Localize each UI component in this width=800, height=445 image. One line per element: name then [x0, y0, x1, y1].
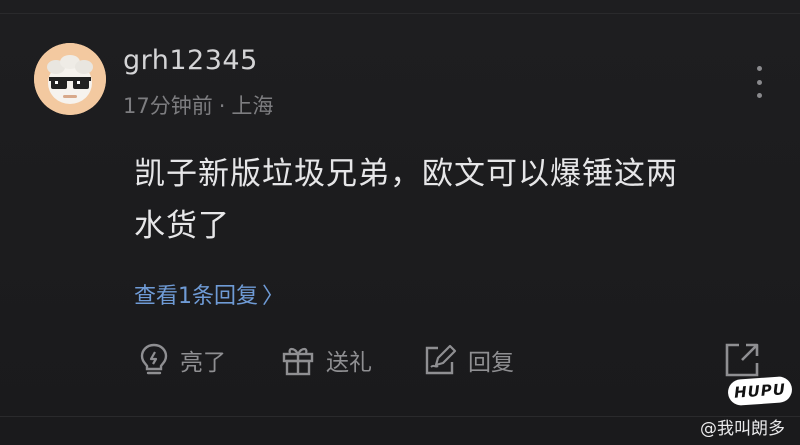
comment-screen: grh12345 17分钟前 · 上海 凯子新版垃圾兄弟，欧文可以爆锤这两 水货了 … [0, 0, 800, 445]
location: 上海 [231, 94, 274, 118]
reply-label: 回复 [468, 350, 514, 376]
watermark-handle: @我叫朗多 [700, 419, 785, 439]
avatar-illustration [34, 43, 106, 115]
like-button[interactable]: 亮了 [138, 338, 226, 382]
gift-icon [282, 347, 314, 376]
bottom-divider [0, 416, 800, 417]
more-dot [756, 66, 762, 71]
chevron-right-icon: 〉 [262, 284, 285, 309]
edit-reply-icon [425, 344, 457, 375]
like-label: 亮了 [180, 350, 226, 376]
gift-label: 送礼 [326, 350, 372, 376]
share-button[interactable] [722, 340, 762, 380]
comment-meta: 17分钟前 · 上海 [123, 90, 273, 120]
hupu-logo: HUPU [727, 375, 793, 407]
username[interactable]: grh12345 [123, 45, 258, 76]
comment-text-line: 水货了 [134, 208, 230, 244]
more-dot [756, 93, 762, 98]
share-external-icon [725, 343, 759, 377]
meta-separator: · [218, 94, 226, 118]
top-divider [0, 0, 800, 14]
view-replies-link[interactable]: 查看1条回复 〉 [134, 278, 284, 310]
comment-text: 凯子新版垃圾兄弟，欧文可以爆锤这两 水货了 [134, 148, 754, 252]
avatar[interactable] [34, 43, 106, 115]
lightbulb-icon [140, 343, 168, 375]
timestamp: 17分钟前 [123, 94, 213, 118]
comment-text-line: 凯子新版垃圾兄弟，欧文可以爆锤这两 [134, 156, 678, 192]
view-replies-label: 查看1条回复 [134, 284, 258, 309]
more-dot [756, 79, 762, 85]
more-vertical-icon[interactable] [747, 62, 771, 102]
action-bar: 亮了 送礼 回复 [0, 338, 800, 382]
reply-button[interactable]: 回复 [422, 338, 514, 382]
gift-button[interactable]: 送礼 [280, 338, 372, 382]
